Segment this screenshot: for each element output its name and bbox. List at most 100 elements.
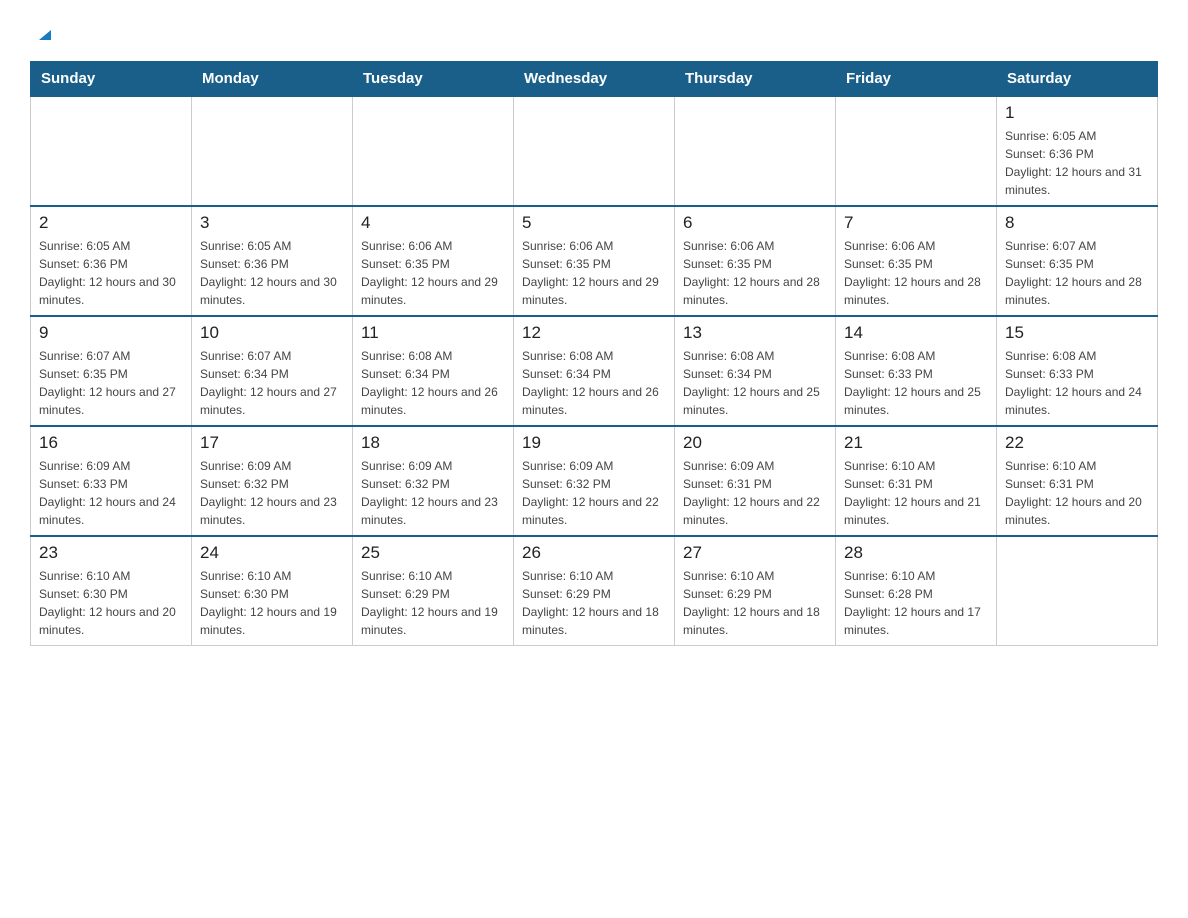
day-info: Sunrise: 6:09 AMSunset: 6:31 PMDaylight:… <box>683 457 827 529</box>
day-number: 12 <box>522 323 666 343</box>
day-number: 9 <box>39 323 183 343</box>
calendar-cell <box>31 96 192 206</box>
day-info: Sunrise: 6:07 AMSunset: 6:35 PMDaylight:… <box>1005 237 1149 309</box>
day-info: Sunrise: 6:08 AMSunset: 6:33 PMDaylight:… <box>844 347 988 419</box>
day-info: Sunrise: 6:05 AMSunset: 6:36 PMDaylight:… <box>200 237 344 309</box>
day-info: Sunrise: 6:08 AMSunset: 6:34 PMDaylight:… <box>361 347 505 419</box>
day-info: Sunrise: 6:10 AMSunset: 6:29 PMDaylight:… <box>683 567 827 639</box>
day-info: Sunrise: 6:09 AMSunset: 6:32 PMDaylight:… <box>361 457 505 529</box>
calendar-cell: 23 Sunrise: 6:10 AMSunset: 6:30 PMDayligh… <box>31 536 192 646</box>
day-info: Sunrise: 6:08 AMSunset: 6:33 PMDaylight:… <box>1005 347 1149 419</box>
calendar-cell: 14 Sunrise: 6:08 AMSunset: 6:33 PMDayligh… <box>836 316 997 426</box>
day-number: 2 <box>39 213 183 233</box>
calendar-week-row: 23 Sunrise: 6:10 AMSunset: 6:30 PMDayligh… <box>31 536 1158 646</box>
day-info: Sunrise: 6:10 AMSunset: 6:29 PMDaylight:… <box>361 567 505 639</box>
calendar-header-friday: Friday <box>836 62 997 97</box>
day-number: 27 <box>683 543 827 563</box>
day-number: 17 <box>200 433 344 453</box>
day-number: 22 <box>1005 433 1149 453</box>
day-info: Sunrise: 6:08 AMSunset: 6:34 PMDaylight:… <box>522 347 666 419</box>
day-info: Sunrise: 6:10 AMSunset: 6:30 PMDaylight:… <box>39 567 183 639</box>
day-number: 11 <box>361 323 505 343</box>
calendar-cell: 21 Sunrise: 6:10 AMSunset: 6:31 PMDayligh… <box>836 426 997 536</box>
day-info: Sunrise: 6:09 AMSunset: 6:32 PMDaylight:… <box>522 457 666 529</box>
calendar-header-wednesday: Wednesday <box>514 62 675 97</box>
day-info: Sunrise: 6:06 AMSunset: 6:35 PMDaylight:… <box>361 237 505 309</box>
calendar-cell: 3 Sunrise: 6:05 AMSunset: 6:36 PMDaylight… <box>192 206 353 316</box>
day-number: 20 <box>683 433 827 453</box>
calendar-cell: 11 Sunrise: 6:08 AMSunset: 6:34 PMDayligh… <box>353 316 514 426</box>
calendar-cell: 2 Sunrise: 6:05 AMSunset: 6:36 PMDaylight… <box>31 206 192 316</box>
calendar-week-row: 2 Sunrise: 6:05 AMSunset: 6:36 PMDaylight… <box>31 206 1158 316</box>
day-info: Sunrise: 6:10 AMSunset: 6:31 PMDaylight:… <box>844 457 988 529</box>
calendar-header-row: SundayMondayTuesdayWednesdayThursdayFrid… <box>31 62 1158 97</box>
calendar-cell: 16 Sunrise: 6:09 AMSunset: 6:33 PMDayligh… <box>31 426 192 536</box>
day-info: Sunrise: 6:08 AMSunset: 6:34 PMDaylight:… <box>683 347 827 419</box>
day-number: 23 <box>39 543 183 563</box>
calendar-cell: 18Sunrise: 6:09 AMSunset: 6:32 PMDayligh… <box>353 426 514 536</box>
calendar-header-sunday: Sunday <box>31 62 192 97</box>
calendar-header-saturday: Saturday <box>997 62 1158 97</box>
day-number: 24 <box>200 543 344 563</box>
day-info: Sunrise: 6:10 AMSunset: 6:30 PMDaylight:… <box>200 567 344 639</box>
calendar-cell: 20 Sunrise: 6:09 AMSunset: 6:31 PMDayligh… <box>675 426 836 536</box>
calendar-cell: 4 Sunrise: 6:06 AMSunset: 6:35 PMDaylight… <box>353 206 514 316</box>
day-info: Sunrise: 6:07 AMSunset: 6:34 PMDaylight:… <box>200 347 344 419</box>
day-number: 16 <box>39 433 183 453</box>
day-info: Sunrise: 6:06 AMSunset: 6:35 PMDaylight:… <box>522 237 666 309</box>
logo <box>30 20 55 51</box>
page-header <box>30 20 1158 51</box>
day-number: 28 <box>844 543 988 563</box>
calendar-cell: 6 Sunrise: 6:06 AMSunset: 6:35 PMDaylight… <box>675 206 836 316</box>
calendar-header-monday: Monday <box>192 62 353 97</box>
day-number: 5 <box>522 213 666 233</box>
day-info: Sunrise: 6:09 AMSunset: 6:32 PMDaylight:… <box>200 457 344 529</box>
day-number: 25 <box>361 543 505 563</box>
calendar-cell <box>836 96 997 206</box>
calendar-cell: 27 Sunrise: 6:10 AMSunset: 6:29 PMDayligh… <box>675 536 836 646</box>
calendar-cell: 5 Sunrise: 6:06 AMSunset: 6:35 PMDaylight… <box>514 206 675 316</box>
calendar-week-row: 1Sunrise: 6:05 AMSunset: 6:36 PMDaylight… <box>31 96 1158 206</box>
logo-triangle-icon <box>33 20 55 51</box>
day-number: 4 <box>361 213 505 233</box>
calendar-cell: 19 Sunrise: 6:09 AMSunset: 6:32 PMDayligh… <box>514 426 675 536</box>
calendar-cell: 24 Sunrise: 6:10 AMSunset: 6:30 PMDayligh… <box>192 536 353 646</box>
day-info: Sunrise: 6:05 AMSunset: 6:36 PMDaylight:… <box>39 237 183 309</box>
day-number: 7 <box>844 213 988 233</box>
calendar-week-row: 16 Sunrise: 6:09 AMSunset: 6:33 PMDayligh… <box>31 426 1158 536</box>
calendar-cell: 17 Sunrise: 6:09 AMSunset: 6:32 PMDayligh… <box>192 426 353 536</box>
calendar-cell <box>353 96 514 206</box>
calendar-cell: 22 Sunrise: 6:10 AMSunset: 6:31 PMDayligh… <box>997 426 1158 536</box>
calendar-cell <box>675 96 836 206</box>
day-info: Sunrise: 6:10 AMSunset: 6:31 PMDaylight:… <box>1005 457 1149 529</box>
day-number: 1 <box>1005 103 1149 123</box>
logo-general-line <box>30 20 55 51</box>
day-info: Sunrise: 6:09 AMSunset: 6:33 PMDaylight:… <box>39 457 183 529</box>
day-number: 15 <box>1005 323 1149 343</box>
day-info: Sunrise: 6:10 AMSunset: 6:29 PMDaylight:… <box>522 567 666 639</box>
calendar-cell: 26Sunrise: 6:10 AMSunset: 6:29 PMDayligh… <box>514 536 675 646</box>
day-info: Sunrise: 6:06 AMSunset: 6:35 PMDaylight:… <box>844 237 988 309</box>
day-number: 6 <box>683 213 827 233</box>
calendar-cell: 10 Sunrise: 6:07 AMSunset: 6:34 PMDayligh… <box>192 316 353 426</box>
calendar-cell <box>192 96 353 206</box>
calendar-cell: 15 Sunrise: 6:08 AMSunset: 6:33 PMDayligh… <box>997 316 1158 426</box>
day-info: Sunrise: 6:06 AMSunset: 6:35 PMDaylight:… <box>683 237 827 309</box>
calendar-cell: 1Sunrise: 6:05 AMSunset: 6:36 PMDaylight… <box>997 96 1158 206</box>
day-number: 3 <box>200 213 344 233</box>
calendar-cell: 9Sunrise: 6:07 AMSunset: 6:35 PMDaylight… <box>31 316 192 426</box>
day-number: 10 <box>200 323 344 343</box>
calendar-cell: 28 Sunrise: 6:10 AMSunset: 6:28 PMDayligh… <box>836 536 997 646</box>
day-number: 8 <box>1005 213 1149 233</box>
calendar-cell: 25 Sunrise: 6:10 AMSunset: 6:29 PMDayligh… <box>353 536 514 646</box>
day-number: 19 <box>522 433 666 453</box>
calendar-cell: 7 Sunrise: 6:06 AMSunset: 6:35 PMDaylight… <box>836 206 997 316</box>
calendar-table: SundayMondayTuesdayWednesdayThursdayFrid… <box>30 61 1158 646</box>
day-number: 13 <box>683 323 827 343</box>
calendar-cell <box>514 96 675 206</box>
day-number: 14 <box>844 323 988 343</box>
day-number: 21 <box>844 433 988 453</box>
day-info: Sunrise: 6:10 AMSunset: 6:28 PMDaylight:… <box>844 567 988 639</box>
calendar-cell: 8 Sunrise: 6:07 AMSunset: 6:35 PMDaylight… <box>997 206 1158 316</box>
calendar-header-thursday: Thursday <box>675 62 836 97</box>
